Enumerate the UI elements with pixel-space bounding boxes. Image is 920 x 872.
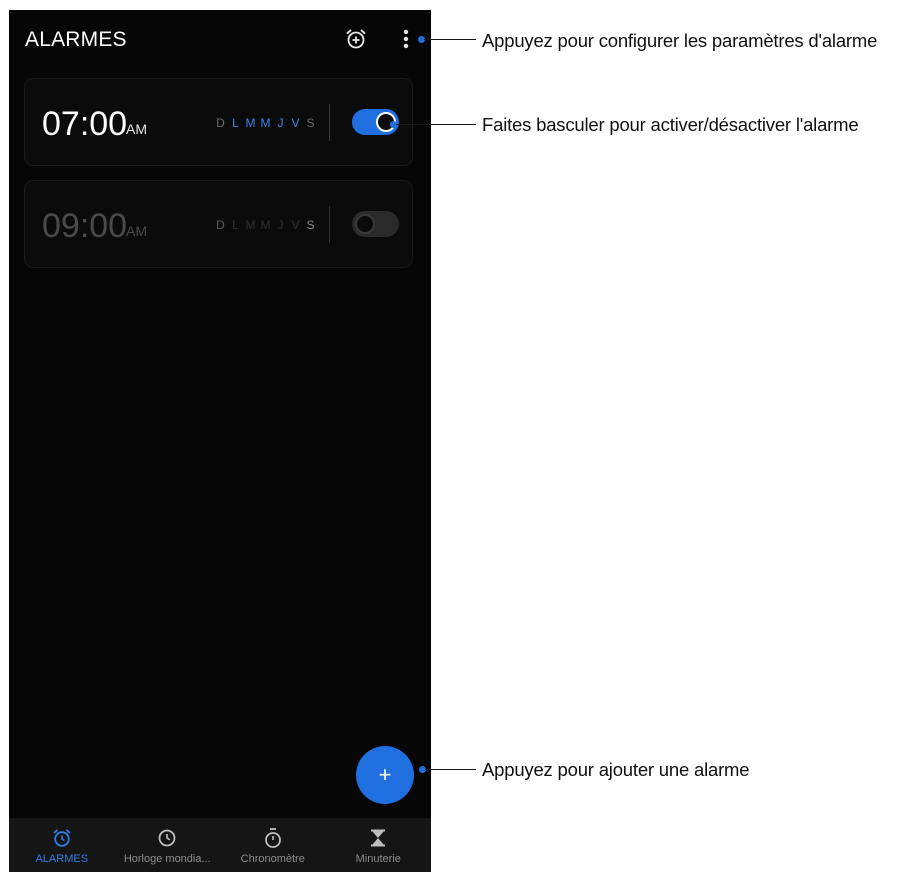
alarm-period: AM (126, 223, 147, 239)
alarm-add-icon[interactable] (343, 26, 369, 52)
day-sunday[interactable]: D (215, 218, 226, 232)
tab-label: Minuterie (355, 853, 401, 865)
alarm-toggle-off[interactable] (352, 211, 399, 237)
day-thursday[interactable]: J (275, 218, 286, 232)
alarm-repeat-days: D L M M J V S (215, 218, 316, 232)
tab-label: Chronomètre (240, 853, 305, 865)
callout-line (424, 39, 476, 40)
alarm-app-screen: ALARMES 07:00 AM D L M M J V S 09:00 AM … (9, 10, 431, 872)
day-friday[interactable]: V (290, 116, 301, 130)
alarm-card[interactable]: 07:00 AM D L M M J V S (24, 78, 413, 166)
day-tuesday[interactable]: M (245, 218, 256, 232)
day-saturday[interactable]: S (305, 218, 316, 232)
clock-icon (157, 827, 177, 849)
alarm-card[interactable]: 09:00 AM D L M M J V S (24, 180, 413, 268)
callout-line (425, 769, 476, 770)
day-monday[interactable]: L (230, 218, 241, 232)
tab-alarmes[interactable]: ALARMES (9, 818, 115, 872)
day-sunday[interactable]: D (215, 116, 226, 130)
more-vertical-icon[interactable] (393, 26, 419, 52)
divider (329, 206, 330, 243)
tab-world-clock[interactable]: Horloge mondia... (115, 818, 221, 872)
day-wednesday[interactable]: M (260, 218, 271, 232)
tab-label: Horloge mondia... (123, 853, 211, 865)
tab-minuterie[interactable]: Minuterie (326, 818, 432, 872)
bottom-navigation: ALARMES Horloge mondia... Chronomètre Mi… (9, 818, 431, 872)
alarm-period: AM (126, 121, 147, 137)
alarm-time: 07:00 (42, 105, 128, 143)
hourglass-icon (370, 827, 386, 849)
day-tuesday[interactable]: M (245, 116, 256, 130)
day-wednesday[interactable]: M (260, 116, 271, 130)
callout-settings-text: Appuyez pour configurer les paramètres d… (482, 30, 878, 51)
alarm-clock-icon (52, 827, 72, 849)
alarm-time: 09:00 (42, 207, 128, 245)
day-friday[interactable]: V (290, 218, 301, 232)
toggle-knob (355, 214, 375, 234)
callout-add-text: Appuyez pour ajouter une alarme (482, 759, 750, 780)
alarm-repeat-days: D L M M J V S (215, 116, 316, 130)
day-thursday[interactable]: J (275, 116, 286, 130)
stopwatch-icon (263, 827, 283, 849)
add-icon: + (378, 762, 392, 787)
day-saturday[interactable]: S (305, 116, 316, 130)
day-monday[interactable]: L (230, 116, 241, 130)
callout-toggle-text: Faites basculer pour activer/désactiver … (482, 114, 859, 135)
divider (329, 104, 330, 141)
tab-chronometre[interactable]: Chronomètre (220, 818, 326, 872)
callout-line (396, 124, 476, 125)
add-alarm-button[interactable]: + (356, 746, 414, 804)
tab-label: ALARMES (35, 853, 89, 865)
page-title: ALARMES (25, 28, 127, 51)
